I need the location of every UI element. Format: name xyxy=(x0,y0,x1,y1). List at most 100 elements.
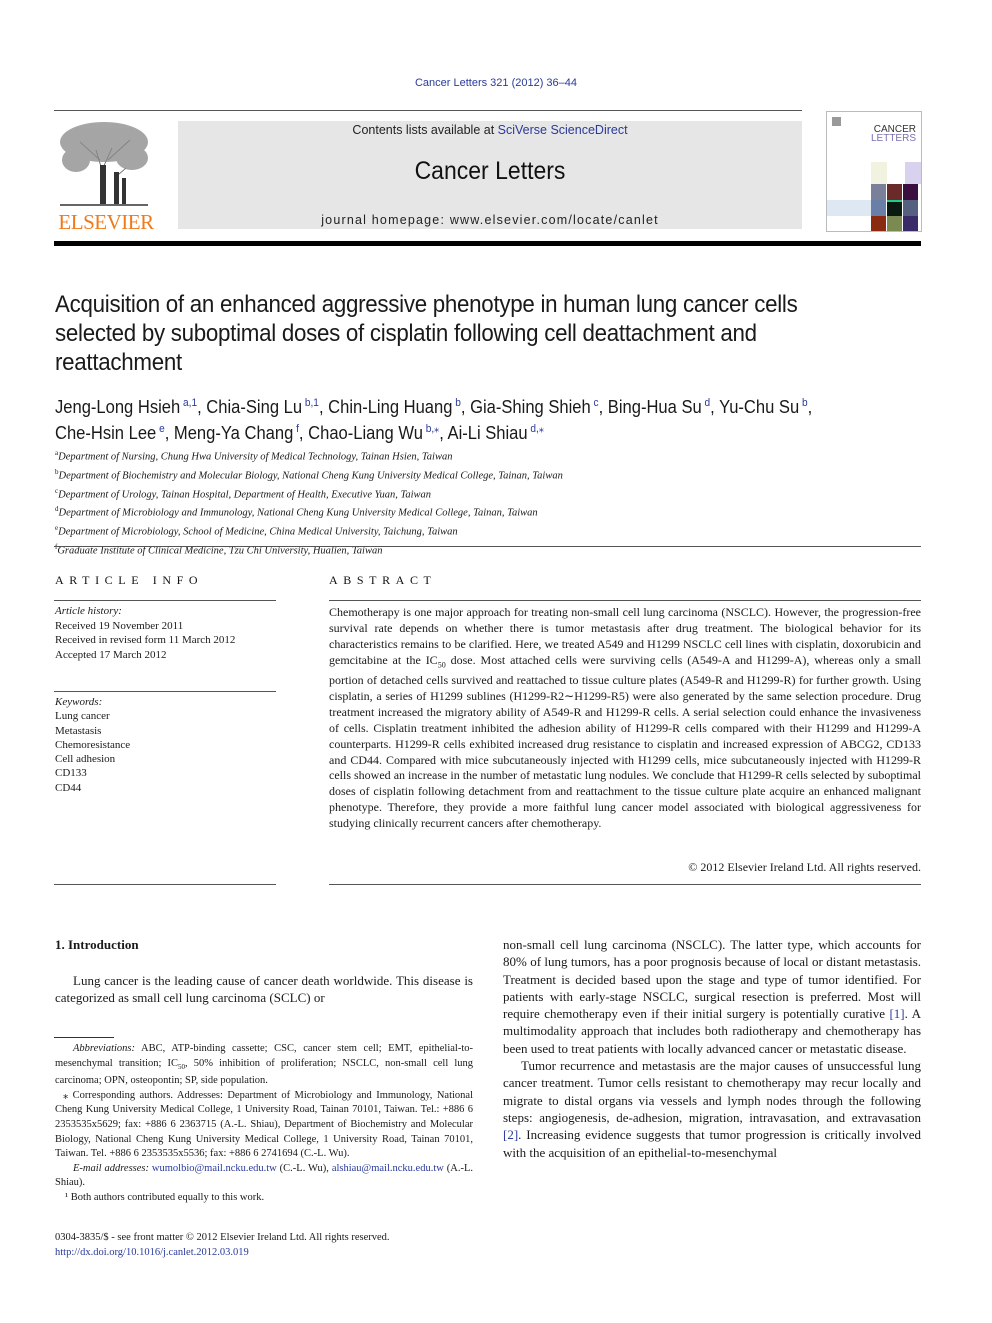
footnote-equal-contribution: ¹ Both authors contributed equally to th… xyxy=(65,1192,265,1204)
history-accepted: Accepted 17 March 2012 xyxy=(55,648,167,661)
author[interactable]: Jeng-Long Hsieh a,1 xyxy=(55,397,197,417)
author-list: Jeng-Long Hsieh a,1, Chia-Sing Lu b,1, C… xyxy=(55,397,813,443)
elsevier-tree-icon xyxy=(56,120,152,208)
sciencedirect-link[interactable]: SciVerse ScienceDirect xyxy=(498,123,628,137)
abstract-body: Chemotherapy is one major approach for t… xyxy=(329,605,921,832)
author[interactable]: Chao-Liang Wu b,⁎ xyxy=(308,423,439,443)
abstract-heading: ABSTRACT xyxy=(329,573,437,587)
contents-line: Contents lists available at SciVerse Sci… xyxy=(178,123,802,137)
cover-band xyxy=(871,162,887,184)
affiliation-text: Graduate Institute of Clinical Medicine,… xyxy=(57,545,383,557)
author[interactable]: Bing-Hua Su d xyxy=(608,397,710,417)
author-name: Bing-Hua Su xyxy=(607,397,702,417)
cover-image-tile xyxy=(871,216,886,231)
abstract-copyright: © 2012 Elsevier Ireland Ltd. All rights … xyxy=(688,860,921,874)
author-affiliation-marker[interactable]: e xyxy=(156,423,165,435)
affiliation: bDepartment of Biochemistry and Molecula… xyxy=(55,465,675,484)
homepage-url-link[interactable]: www.elsevier.com/locate/canlet xyxy=(450,213,659,227)
article-info-heading: ARTICLE INFO xyxy=(55,573,204,587)
keyword: Lung cancer xyxy=(55,710,110,723)
affiliation: fGraduate Institute of Clinical Medicine… xyxy=(55,540,675,559)
intro-paragraph: Lung cancer is the leading cause of canc… xyxy=(55,973,473,1006)
keyword: Metastasis xyxy=(55,724,102,737)
author-affiliation-marker[interactable]: b,1 xyxy=(302,397,319,409)
divider xyxy=(54,691,276,692)
author-affiliation-marker[interactable]: b xyxy=(799,397,808,409)
journal-homepage: journal homepage: www.elsevier.com/locat… xyxy=(178,213,802,227)
article-history: Article history: Received 19 November 20… xyxy=(55,604,235,662)
author-affiliation-marker[interactable]: c xyxy=(591,397,599,409)
keywords-label: Keywords: xyxy=(55,696,103,708)
citation-link[interactable]: [1] xyxy=(889,1006,904,1021)
cover-image-tile xyxy=(903,216,918,231)
history-label: Article history: xyxy=(55,605,122,617)
email-label: E-mail addresses: xyxy=(73,1162,149,1174)
journal-reference-link[interactable]: Cancer Letters 321 (2012) 36–44 xyxy=(0,77,992,89)
history-revised: Received in revised form 11 March 2012 xyxy=(55,634,236,646)
keyword: CD133 xyxy=(55,767,87,780)
author-name: Ai-Li Shiau xyxy=(447,423,528,443)
cover-band xyxy=(905,162,921,184)
affiliation: aDepartment of Nursing, Chung Hwa Univer… xyxy=(55,446,675,465)
affiliation-text: Department of Microbiology, School of Me… xyxy=(58,526,458,538)
affiliation: cDepartment of Urology, Tainan Hospital,… xyxy=(55,484,675,503)
history-received: Received 19 November 2011 xyxy=(55,619,184,632)
citation-link[interactable]: [2] xyxy=(503,1127,518,1142)
divider xyxy=(329,600,921,601)
author-name: Meng-Ya Chang xyxy=(173,423,294,443)
subscript: 50 xyxy=(178,1062,186,1071)
author[interactable]: Che-Hsin Lee e xyxy=(55,423,165,443)
author[interactable]: Meng-Ya Chang f xyxy=(174,423,299,443)
cover-publisher-icon xyxy=(832,117,841,126)
paragraph-text: . Increasing evidence suggests that tumo… xyxy=(503,1127,921,1160)
paragraph-text: Tumor recurrence and metastasis are the … xyxy=(503,1058,921,1125)
affiliation-text: Department of Microbiology and Immunolog… xyxy=(58,507,538,519)
front-matter-text: 0304-3835/$ - see front matter © 2012 El… xyxy=(55,1232,390,1243)
affiliation-list: aDepartment of Nursing, Chung Hwa Univer… xyxy=(55,446,675,559)
abstract-text: dose. Most attached cells were surviving… xyxy=(329,652,921,831)
affiliation-text: Department of Nursing, Chung Hwa Univers… xyxy=(58,451,453,463)
email-link[interactable]: wumolbio@mail.ncku.edu.tw xyxy=(152,1163,277,1174)
author[interactable]: Chia-Sing Lu b,1 xyxy=(206,397,319,417)
author-name: Che-Hsin Lee xyxy=(55,423,157,443)
keyword: Cell adhesion xyxy=(55,753,116,766)
divider xyxy=(54,600,276,601)
author-name: Gia-Shing Shieh xyxy=(470,397,591,417)
author-affiliation-marker[interactable]: b xyxy=(452,397,461,409)
divider xyxy=(54,546,921,547)
contents-prefix: Contents lists available at xyxy=(352,123,498,137)
article-title: Acquisition of an enhanced aggressive ph… xyxy=(55,291,798,376)
author[interactable]: Yu-Chu Su b xyxy=(719,397,808,417)
divider xyxy=(329,884,921,885)
affiliation-text: Department of Urology, Tainan Hospital, … xyxy=(58,489,432,501)
elsevier-logo[interactable]: ELSEVIER xyxy=(54,118,156,234)
intro-paragraph: non-small cell lung carcinoma (NSCLC). T… xyxy=(503,936,921,1057)
author-name: Yu-Chu Su xyxy=(719,397,800,417)
cover-image-tile xyxy=(887,184,902,200)
cover-image-tile xyxy=(887,216,902,231)
section-heading-introduction: 1. Introduction xyxy=(55,937,139,952)
email-link[interactable]: alshiau@mail.ncku.edu.tw xyxy=(332,1163,444,1174)
author[interactable]: Ai-Li Shiau d,⁎ xyxy=(448,423,544,443)
email-owner: (C.-L. Wu), xyxy=(276,1162,332,1174)
author-affiliation-marker[interactable]: d,⁎ xyxy=(528,423,544,435)
author[interactable]: Gia-Shing Shieh c xyxy=(470,397,598,417)
author-affiliation-marker[interactable]: a,1 xyxy=(180,397,197,409)
author-name: Chin-Ling Huang xyxy=(328,397,453,417)
elsevier-wordmark: ELSEVIER xyxy=(58,210,154,234)
author-affiliation-marker[interactable]: b,⁎ xyxy=(423,423,440,435)
top-divider xyxy=(54,110,802,111)
cover-title-line2: LETTERS xyxy=(870,133,916,144)
affiliation: eDepartment of Microbiology, School of M… xyxy=(55,521,675,540)
journal-cover-thumbnail[interactable]: CANCER LETTERS xyxy=(826,111,922,232)
journal-header-box: Contents lists available at SciVerse Sci… xyxy=(178,121,802,229)
author[interactable]: Chin-Ling Huang b xyxy=(328,397,461,417)
author-name: Chao-Liang Wu xyxy=(308,423,423,443)
footnote-abbreviations: Abbreviations: ABC, ATP-binding cassette… xyxy=(55,1042,473,1089)
keyword-list: Keywords: Lung cancer Metastasis Chemore… xyxy=(55,695,130,795)
header-thick-divider xyxy=(54,241,921,246)
cover-image-tile xyxy=(903,184,918,200)
author-affiliation-marker[interactable]: d xyxy=(702,397,711,409)
doi-link[interactable]: http://dx.doi.org/10.1016/j.canlet.2012.… xyxy=(55,1246,473,1261)
author-name: Jeng-Long Hsieh xyxy=(55,397,181,417)
